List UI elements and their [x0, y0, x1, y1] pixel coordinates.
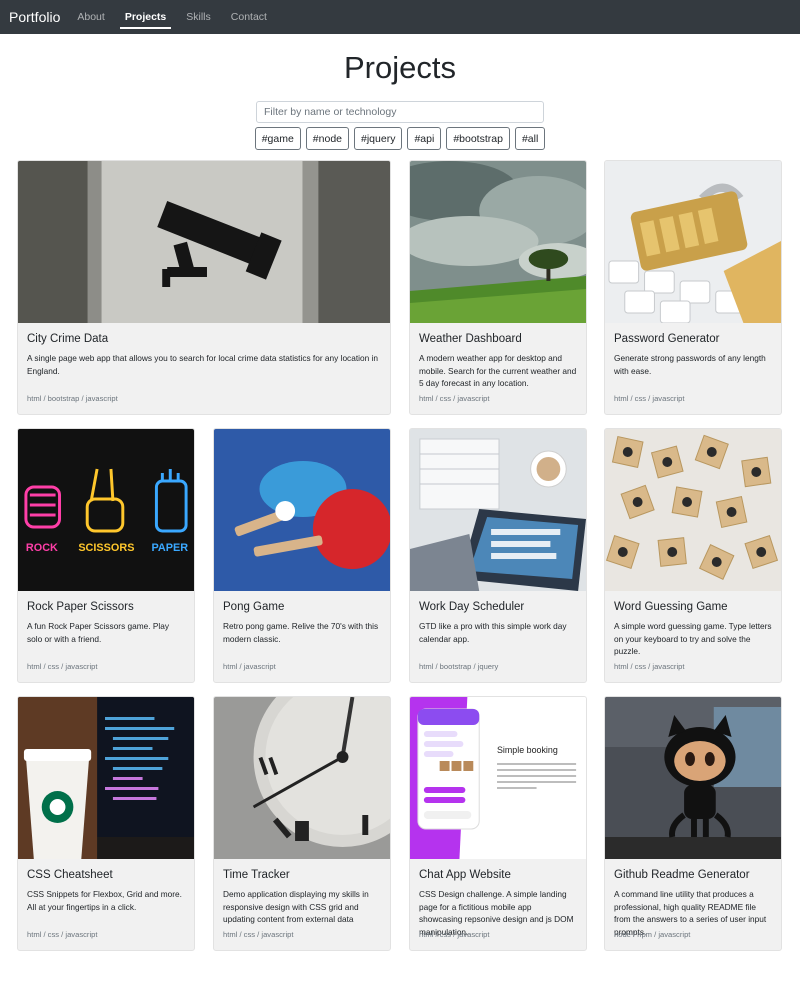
project-tech: html / bootstrap / javascript [27, 394, 118, 403]
project-description: Demo application displaying my skills in… [223, 889, 369, 924]
neon-label-scissors: SCISSORS [78, 542, 134, 554]
project-card-work-day-scheduler[interactable]: Work Day Scheduler GTD like a pro with t… [409, 428, 587, 683]
neon-label-paper: PAPER [151, 542, 188, 554]
project-title[interactable]: Github Readme Generator [614, 869, 750, 881]
project-title[interactable]: Work Day Scheduler [419, 601, 524, 613]
project-card-time-tracker[interactable]: Time Tracker Demo application displaying… [213, 696, 391, 951]
coffee-code-image [18, 697, 194, 859]
project-tech: html / css / javascript [419, 394, 490, 403]
tag-button-all[interactable]: #all [514, 127, 546, 150]
nav-link-contact[interactable]: Contact [231, 0, 267, 34]
nav-link-projects[interactable]: Projects [119, 0, 172, 34]
project-card-pong-game[interactable]: Pong Game Retro pong game. Relive the 70… [213, 428, 391, 683]
project-tech: html / css / javascript [27, 930, 98, 939]
project-description: A simple word guessing game. Type letter… [614, 621, 772, 656]
project-card-github-readme-generator[interactable]: Github Readme Generator A command line u… [604, 696, 782, 951]
project-title[interactable]: Weather Dashboard [419, 333, 522, 345]
padlock-keyboard-image [605, 161, 781, 323]
clock-face-image [214, 697, 390, 859]
tag-button-jquery[interactable]: #jquery [354, 127, 403, 150]
tag-filter-group: #game #node #jquery #api #bootstrap #all [0, 127, 800, 150]
nav-link-about[interactable]: About [77, 0, 104, 34]
ping-pong-paddles-image [214, 429, 390, 591]
project-title[interactable]: Rock Paper Scissors [27, 601, 134, 613]
project-title[interactable]: Time Tracker [223, 869, 290, 881]
project-title[interactable]: Password Generator [614, 333, 719, 345]
project-description: CSS Snippets for Flexbox, Grid and more.… [27, 889, 182, 912]
project-description: A modern weather app for desktop and mob… [419, 353, 577, 388]
project-card-password-generator[interactable]: Password Generator Generate strong passw… [604, 160, 782, 415]
project-title[interactable]: CSS Cheatsheet [27, 869, 113, 881]
project-tech: html / css / javascript [27, 662, 98, 671]
project-tech: html / css / javascript [614, 394, 685, 403]
tag-button-api[interactable]: #api [407, 127, 442, 150]
project-card-chat-app-website[interactable]: Simple booking Chat App Website CSS Desi… [409, 696, 587, 951]
project-tech: node / npm / javascript [614, 930, 691, 939]
neon-label-rock: ROCK [26, 542, 58, 554]
stormy-sky-tree-image [410, 161, 586, 323]
filter-input[interactable] [256, 101, 544, 123]
tag-button-bootstrap[interactable]: #bootstrap [446, 127, 510, 150]
neon-hands-image: ROCK SCISSORS PAPER [18, 429, 194, 591]
page-title: Projects [344, 50, 456, 85]
project-card-rock-paper-scissors[interactable]: ROCK SCISSORS PAPER Rock Paper Scissors … [17, 428, 195, 683]
tag-button-game[interactable]: #game [254, 127, 301, 150]
project-description: A single page web app that allows you to… [27, 353, 378, 376]
project-tech: html / javascript [223, 662, 276, 671]
project-tech: html / bootstrap / jquery [419, 662, 499, 671]
project-card-city-crime-data[interactable]: City Crime Data A single page web app th… [17, 160, 391, 415]
project-title[interactable]: City Crime Data [27, 333, 108, 345]
project-description: Generate strong passwords of any length … [614, 353, 766, 376]
project-tech: html / css / javascript [419, 930, 490, 939]
chat-app-screenshot-heading: Simple booking [497, 745, 558, 755]
project-description: Retro pong game. Relive the 70's with th… [223, 621, 379, 644]
tag-button-node[interactable]: #node [305, 127, 349, 150]
chat-app-screenshot-image: Simple booking [410, 697, 586, 859]
project-tech: html / css / javascript [614, 662, 685, 671]
nav-link-skills[interactable]: Skills [186, 0, 211, 34]
planner-laptop-image [410, 429, 586, 591]
brand-link[interactable]: Portfolio [9, 9, 60, 25]
project-tech: html / css / javascript [223, 930, 294, 939]
project-title[interactable]: Chat App Website [419, 869, 511, 881]
octocat-figure-image [605, 697, 781, 859]
project-card-word-guessing-game[interactable]: Word Guessing Game A simple word guessin… [604, 428, 782, 683]
navbar: Portfolio About Projects Skills Contact [0, 0, 800, 34]
project-title[interactable]: Pong Game [223, 601, 284, 613]
cctv-camera-image [18, 161, 390, 323]
project-card-weather-dashboard[interactable]: Weather Dashboard A modern weather app f… [409, 160, 587, 415]
project-description: A fun Rock Paper Scissors game. Play sol… [27, 621, 170, 644]
project-card-css-cheatsheet[interactable]: CSS Cheatsheet CSS Snippets for Flexbox,… [17, 696, 195, 951]
project-description: GTD like a pro with this simple work day… [419, 621, 567, 644]
project-title[interactable]: Word Guessing Game [614, 601, 728, 613]
scrabble-tiles-image [605, 429, 781, 591]
